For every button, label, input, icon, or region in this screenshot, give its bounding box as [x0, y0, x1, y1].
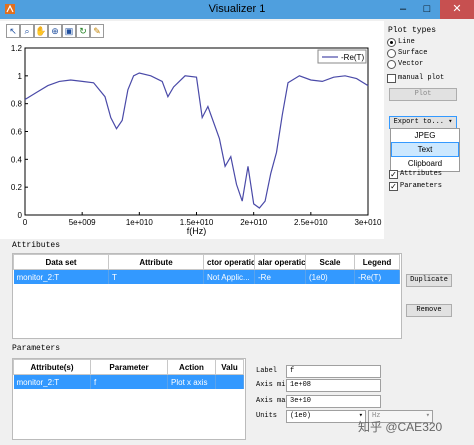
- column-header-vector-operation[interactable]: ctor operatic: [203, 254, 255, 270]
- x-tick-label: 0: [23, 218, 28, 227]
- camera-icon[interactable]: ▣: [62, 24, 76, 38]
- x-tick-label: 3e+010: [355, 218, 382, 227]
- table-row[interactable]: monitor_2:T T Not Applic... -Re (1e0) -R…: [13, 269, 400, 284]
- cell-action[interactable]: Plot x axis: [167, 374, 216, 389]
- export-button-label: Export to...: [393, 118, 444, 126]
- x-tick-label: 5e+009: [69, 218, 96, 227]
- x-axis-label: f(Hz): [187, 226, 207, 236]
- label-field-label: Label: [256, 367, 278, 375]
- radio-line[interactable]: [387, 38, 396, 47]
- column-header-legend[interactable]: Legend: [354, 254, 400, 270]
- attributes-table: Data set Attribute ctor operatic alar op…: [13, 254, 400, 284]
- units-select[interactable]: (1e0) ▾: [286, 410, 366, 423]
- legend-label: -Re(T): [341, 53, 364, 62]
- y-tick-label: 1: [18, 72, 23, 81]
- column-header-action[interactable]: Action: [167, 359, 216, 375]
- line-chart: 00.20.40.60.811.20 5e+009 1e+010 1.5e+010 2e…: [11, 44, 382, 236]
- plot-button[interactable]: Plot: [389, 88, 457, 101]
- column-header-scale[interactable]: Scale: [305, 254, 355, 270]
- dropdown-arrow-icon: ▾: [448, 118, 453, 126]
- manual-plot-label: manual plot: [398, 74, 445, 82]
- radio-surface-label: Surface: [398, 49, 428, 57]
- column-header-dataset[interactable]: Data set: [13, 254, 109, 270]
- zoom-icon[interactable]: ⌕: [20, 24, 34, 38]
- minimize-button[interactable]: –: [392, 0, 414, 19]
- pointer-icon[interactable]: ↖: [6, 24, 20, 38]
- zoom-in-icon[interactable]: ⊕: [48, 24, 62, 38]
- attributes-check-label: Attributes: [400, 170, 443, 178]
- attributes-section-title: Attributes: [12, 241, 61, 250]
- axis-min-label: Axis min: [256, 381, 290, 389]
- export-menu-item-clipboard[interactable]: Clipboard: [391, 157, 459, 170]
- watermark: 知乎 @CAE320: [358, 420, 443, 434]
- label-input[interactable]: f: [286, 365, 381, 378]
- axis-max-input[interactable]: 3e+10: [286, 395, 381, 408]
- radio-surface[interactable]: [387, 49, 396, 58]
- maximize-button[interactable]: □: [416, 0, 438, 19]
- cell-legend[interactable]: -Re(T): [354, 269, 400, 284]
- column-header-parameter[interactable]: Parameter: [90, 359, 168, 375]
- column-header-attributes[interactable]: Attribute(s): [13, 359, 91, 375]
- duplicate-button[interactable]: Duplicate: [406, 274, 452, 287]
- parameters-checkbox[interactable]: ✓: [389, 182, 398, 191]
- manual-plot-checkbox[interactable]: [387, 74, 396, 83]
- column-header-attribute[interactable]: Attribute: [108, 254, 204, 270]
- column-header-scalar-operation[interactable]: alar operatic: [254, 254, 306, 270]
- units-label: Units: [256, 412, 278, 420]
- x-tick-label: 1e+010: [126, 218, 153, 227]
- y-tick-label: 0.4: [11, 155, 23, 164]
- reset-icon[interactable]: ↻: [76, 24, 90, 38]
- cell-vector-operation[interactable]: Not Applic...: [203, 269, 255, 284]
- y-tick-label: 0.2: [11, 183, 23, 192]
- radio-line-label: Line: [398, 38, 415, 46]
- axis-max-label: Axis max: [256, 397, 290, 405]
- radio-vector-label: Vector: [398, 60, 424, 68]
- cell-attribute[interactable]: T: [108, 269, 204, 284]
- close-button[interactable]: ✕: [440, 0, 474, 19]
- y-tick-label: 0.6: [11, 128, 23, 137]
- x-tick-label: 2.5e+010: [294, 218, 328, 227]
- units-select-value: (1e0): [290, 412, 312, 420]
- cell-scalar-operation[interactable]: -Re: [254, 269, 306, 284]
- y-tick-label: 0.8: [11, 100, 23, 109]
- cell-parameter[interactable]: f: [90, 374, 168, 389]
- remove-button[interactable]: Remove: [406, 304, 452, 317]
- export-menu-item-text[interactable]: Text: [391, 142, 459, 157]
- cell-scale[interactable]: (1e0): [305, 269, 355, 284]
- export-menu-item-jpeg[interactable]: JPEG: [391, 129, 459, 142]
- radio-vector[interactable]: [387, 60, 396, 69]
- y-tick-label: 1.2: [11, 44, 23, 53]
- parameters-check-label: Parameters: [400, 182, 443, 190]
- x-tick-label: 2e+010: [240, 218, 267, 227]
- axis-min-input[interactable]: 1e+08: [286, 379, 381, 392]
- pen-icon[interactable]: ✎: [90, 24, 104, 38]
- parameters-section-title: Parameters: [12, 344, 61, 353]
- cell-dataset[interactable]: monitor_2:T: [13, 269, 109, 284]
- plot-canvas[interactable]: 0 0.2 0.4 0.6 0.8 1 1.2 0 5e+009 1e+010 1.5e+010 2e…: [0, 21, 384, 239]
- table-row[interactable]: monitor_2:T f Plot x axis: [13, 374, 244, 389]
- cell-attributes[interactable]: monitor_2:T: [13, 374, 91, 389]
- export-menu: JPEG Text Clipboard: [390, 128, 460, 172]
- column-header-value[interactable]: Valu: [215, 359, 244, 375]
- pan-icon[interactable]: ✋: [34, 24, 48, 38]
- parameters-table: Attribute(s) Parameter Action Valu monit…: [13, 359, 244, 389]
- plot-types-title: Plot types: [388, 26, 437, 35]
- cell-value[interactable]: [215, 374, 244, 389]
- attributes-checkbox[interactable]: ✓: [389, 170, 398, 179]
- plot-frame: [24, 47, 369, 216]
